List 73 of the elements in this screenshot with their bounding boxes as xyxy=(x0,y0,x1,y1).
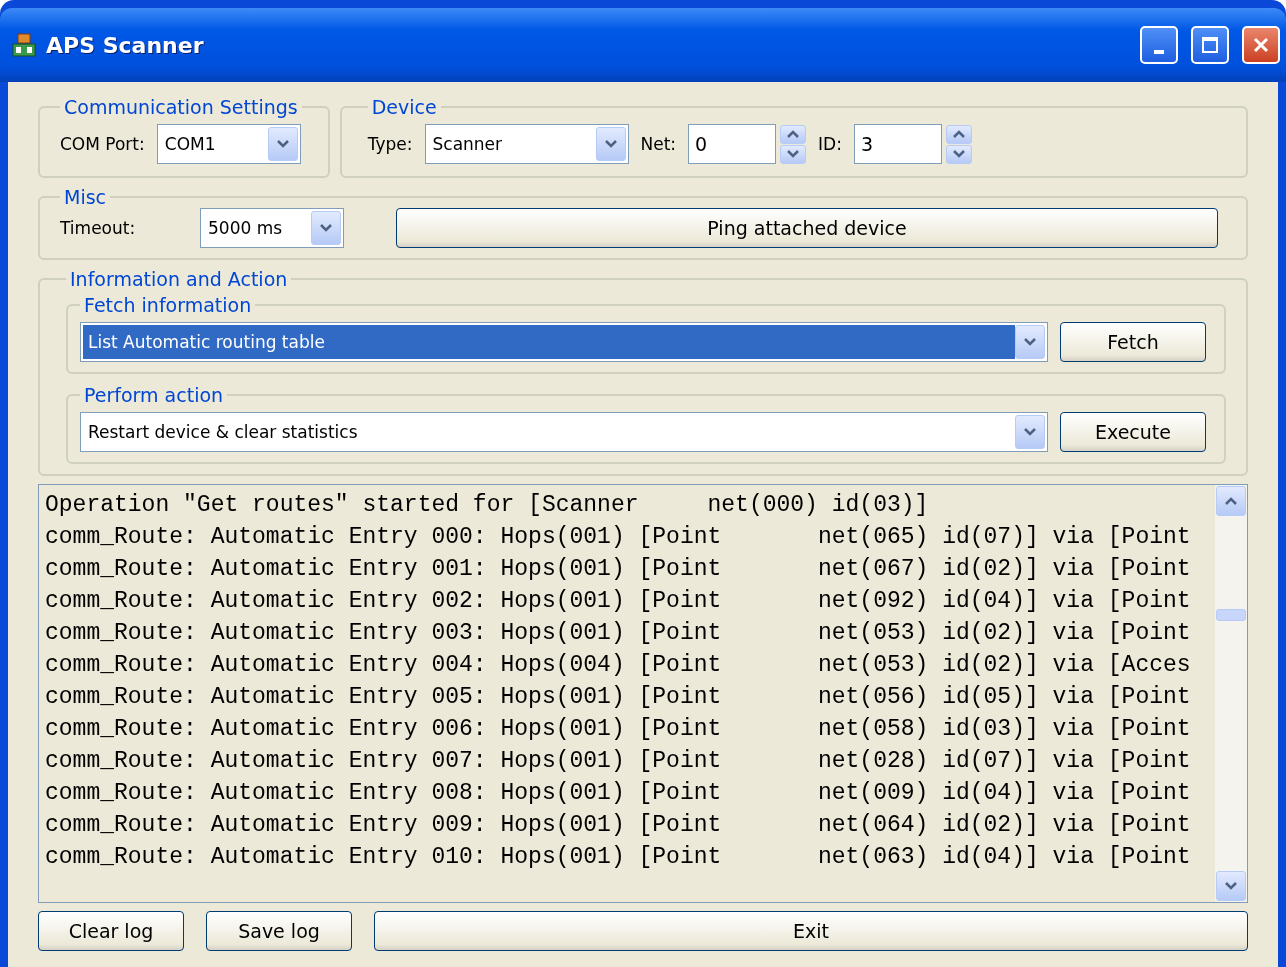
dropdown[interactable]: Scanner xyxy=(424,124,629,164)
dropdown-arrow-button[interactable] xyxy=(1015,325,1045,359)
dropdown-arrow-button[interactable] xyxy=(1015,415,1045,449)
window-title: APS Scanner xyxy=(46,32,205,58)
dropdown[interactable]: COM1 xyxy=(156,124,301,164)
number-field[interactable]: 0 xyxy=(688,124,777,164)
dropdown-value: List Automatic routing table xyxy=(83,325,1015,359)
field-label: Net: xyxy=(640,134,677,154)
dropdown-value: COM1 xyxy=(163,133,217,156)
log-line: comm_Route: Automatic Entry 002: Hops(001) [Point net(092) id(04)] via [Point xyxy=(45,587,1192,616)
close-button[interactable] xyxy=(1242,26,1280,64)
dropdown-arrow-button[interactable] xyxy=(311,211,341,245)
log-line: comm_Route: Automatic Entry 004: Hops(004) [Point net(053) id(02)] via [Acces xyxy=(45,651,1192,680)
chevron-up-icon xyxy=(786,129,801,139)
footer-button[interactable]: Clear log xyxy=(38,911,184,951)
ping-button[interactable]: Ping attached device xyxy=(396,208,1218,248)
spin-down-button[interactable] xyxy=(945,144,972,164)
chevron-down-icon xyxy=(1023,427,1037,437)
minimize-icon xyxy=(1154,50,1164,54)
chevron-down-icon xyxy=(319,223,333,233)
footer-button[interactable]: Save log xyxy=(206,911,352,951)
dropdown-value: Restart device & clear statistics xyxy=(87,421,359,444)
scroll-thumb[interactable] xyxy=(1216,609,1246,621)
dropdown[interactable]: List Automatic routing table xyxy=(80,322,1048,362)
maximize-button[interactable] xyxy=(1191,26,1229,64)
chevron-down-icon xyxy=(275,139,290,149)
log-line: comm_Route: Automatic Entry 001: Hops(001) [Point net(067) id(02)] via [Point xyxy=(45,555,1192,584)
field-label: Timeout: xyxy=(60,218,137,238)
log-line: comm_Route: Automatic Entry 000: Hops(001) [Point net(065) id(07)] via [Point xyxy=(45,523,1192,552)
minimize-button[interactable] xyxy=(1140,26,1178,64)
chevron-down-icon xyxy=(786,149,801,159)
dropdown-arrow-button[interactable] xyxy=(595,127,626,161)
field-label: ID: xyxy=(818,134,842,154)
log-line: Operation "Get routes" started for [Scanner net(000) id(03)] xyxy=(45,491,930,520)
maximize-icon xyxy=(1200,35,1220,55)
log-line: comm_Route: Automatic Entry 003: Hops(001) [Point net(053) id(02)] via [Point xyxy=(45,619,1192,648)
scrollbar[interactable] xyxy=(1215,485,1247,902)
scroll-up-button[interactable] xyxy=(1216,486,1246,516)
spin-down-button[interactable] xyxy=(780,144,807,164)
chevron-down-icon xyxy=(951,149,966,159)
spin-up-button[interactable] xyxy=(780,124,807,144)
log-line: comm_Route: Automatic Entry 007: Hops(001) [Point net(028) id(07)] via [Point xyxy=(45,747,1192,776)
group-title: Misc xyxy=(63,186,108,208)
log-line: comm_Route: Automatic Entry 008: Hops(001) [Point net(009) id(04)] via [Point xyxy=(45,779,1192,808)
dropdown-arrow-button[interactable] xyxy=(267,127,298,161)
dropdown-value: Scanner xyxy=(431,133,504,156)
log-line: comm_Route: Automatic Entry 006: Hops(001) [Point net(058) id(03)] via [Point xyxy=(45,715,1192,744)
group-title: Device xyxy=(370,96,438,118)
dropdown-value: 5000 ms xyxy=(207,217,284,240)
chevron-up-icon xyxy=(1224,496,1238,506)
app-icon xyxy=(12,33,36,57)
action-button[interactable]: Fetch xyxy=(1060,322,1206,362)
action-button[interactable]: Execute xyxy=(1060,412,1206,452)
log-line: comm_Route: Automatic Entry 005: Hops(001) [Point net(056) id(05)] via [Point xyxy=(45,683,1192,712)
dropdown[interactable]: 5000 ms xyxy=(200,208,344,248)
scroll-down-button[interactable] xyxy=(1216,871,1246,901)
spin-up-button[interactable] xyxy=(945,124,972,144)
number-field[interactable]: 3 xyxy=(853,124,942,164)
log-line: comm_Route: Automatic Entry 010: Hops(001) [Point net(063) id(04)] via [Point xyxy=(45,843,1192,872)
log-line: comm_Route: Automatic Entry 009: Hops(001) [Point net(064) id(02)] via [Point xyxy=(45,811,1192,840)
group-title: Perform action xyxy=(83,384,225,406)
close-icon xyxy=(1251,35,1271,55)
group-title: Information and Action xyxy=(69,268,289,290)
field-label: Type: xyxy=(367,134,413,154)
chevron-down-icon xyxy=(1224,881,1238,891)
chevron-down-icon xyxy=(1023,337,1037,347)
dropdown[interactable]: Restart device & clear statistics xyxy=(80,412,1048,452)
chevron-up-icon xyxy=(951,129,966,139)
chevron-down-icon xyxy=(603,139,618,149)
footer-button[interactable]: Exit xyxy=(374,911,1248,951)
group-title: Fetch information xyxy=(83,294,253,316)
field-label: COM Port: xyxy=(60,134,145,154)
group-title: Communication Settings xyxy=(63,96,299,118)
